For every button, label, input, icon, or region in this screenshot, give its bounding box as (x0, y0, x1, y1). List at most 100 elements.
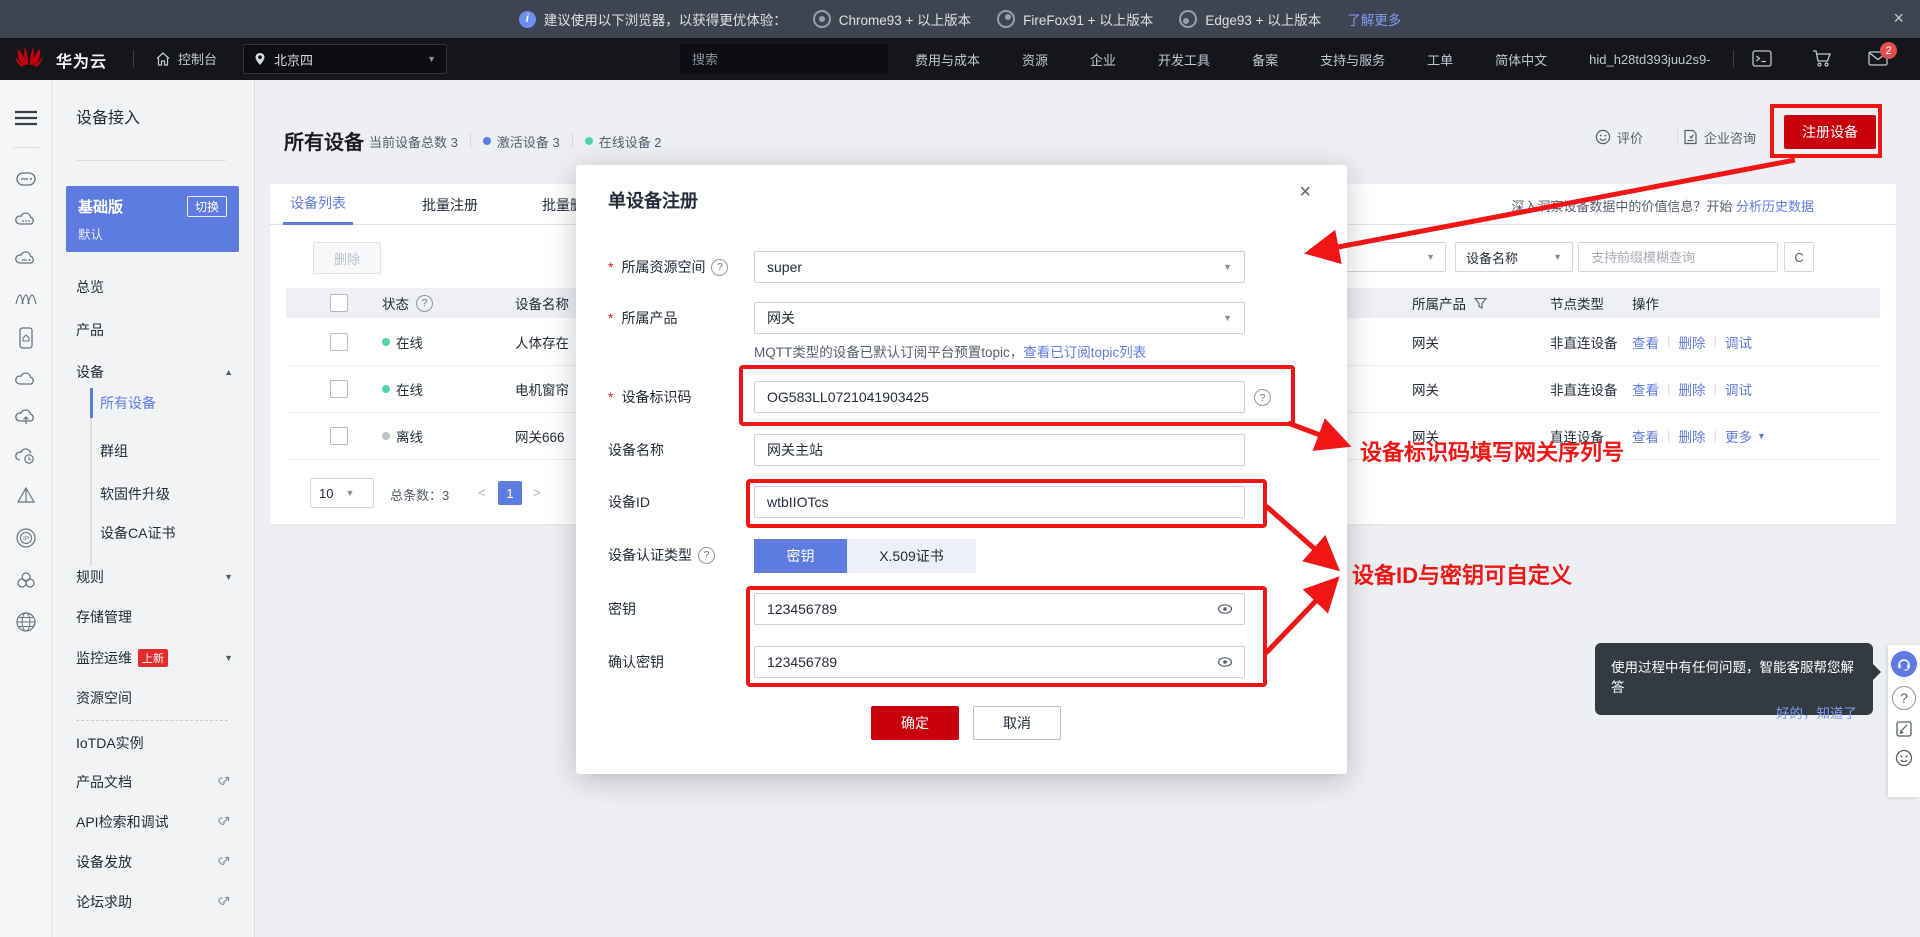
prev-page-button[interactable]: < (478, 485, 486, 500)
sidebar-item-monitor[interactable]: 监控运维 上新 ▼ (52, 643, 255, 673)
nav-item-enterprise[interactable]: 企业 (1090, 50, 1116, 69)
prism-icon[interactable] (15, 486, 37, 506)
messages-icon[interactable]: 2 (1868, 51, 1888, 66)
show-secret-eye-icon[interactable] (1217, 601, 1233, 617)
sidebar-item-product[interactable]: 产品 (52, 315, 255, 345)
account-name[interactable]: hid_h28td393juu2s9- (1589, 52, 1710, 67)
product-select[interactable]: 网关▼ (754, 302, 1245, 334)
cancel-button[interactable]: 取消 (973, 706, 1061, 740)
ok-button[interactable]: 确定 (871, 706, 959, 740)
cloud-upload-icon[interactable] (15, 408, 37, 426)
assistant-dismiss-link[interactable]: 好的，知道了 (1611, 702, 1857, 722)
enterprise-consult-button[interactable]: 企业咨询 (1683, 124, 1756, 150)
delete-link[interactable]: 删除 (1679, 379, 1706, 399)
topic-list-link[interactable]: 查看已订阅topic列表 (1023, 345, 1146, 360)
next-page-button[interactable]: > (533, 485, 541, 500)
select-all-checkbox[interactable] (330, 294, 348, 312)
device-search-input[interactable] (1589, 249, 1769, 266)
device-search[interactable] (1578, 242, 1778, 272)
nav-item-support[interactable]: 支持与服务 (1320, 50, 1385, 69)
sidebar-item-api[interactable]: API检索和调试 (52, 807, 255, 837)
device-code-input[interactable] (754, 381, 1245, 413)
debug-link[interactable]: 调试 (1725, 379, 1752, 399)
help-icon[interactable]: ? (1892, 686, 1916, 710)
sidebar-item-resource-space[interactable]: 资源空间 (52, 683, 255, 713)
current-page[interactable]: 1 (498, 481, 522, 505)
register-device-button[interactable]: 注册设备 (1784, 115, 1876, 149)
menu-icon[interactable] (15, 110, 37, 126)
cloud-server-icon[interactable] (15, 249, 37, 267)
auth-secret-option[interactable]: 密钥 (754, 539, 847, 573)
sidebar-item-groups[interactable]: 群组 (52, 436, 255, 466)
row-checkbox[interactable] (330, 427, 348, 445)
confirm-secret-input[interactable] (754, 646, 1245, 678)
smiley-icon[interactable] (1894, 748, 1914, 768)
banner-close-icon[interactable]: × (1893, 8, 1904, 29)
close-icon[interactable]: × (1299, 181, 1311, 204)
cloud-clock-icon[interactable] (15, 447, 37, 465)
view-link[interactable]: 查看 (1632, 379, 1659, 399)
cart-icon[interactable] (1812, 49, 1832, 68)
sidebar-item-rules[interactable]: 规则 ▼ (52, 562, 255, 592)
sidebar-item-iotda[interactable]: IoTDA实例 (52, 728, 255, 758)
nav-item-language[interactable]: 简体中文 (1495, 50, 1547, 69)
sidebar-item-forum[interactable]: 论坛求助 (52, 887, 255, 917)
cli-icon[interactable] (1752, 50, 1772, 67)
sidebar-item-firmware[interactable]: 软固件升级 (52, 479, 255, 509)
huawei-logo[interactable] (14, 45, 44, 73)
auth-cert-option[interactable]: X.509证书 (847, 539, 976, 573)
brand-name[interactable]: 华为云 (56, 48, 107, 72)
feedback-icon[interactable] (1894, 719, 1914, 739)
filter-funnel-icon[interactable] (1474, 297, 1487, 310)
switch-version-button[interactable]: 切换 (187, 196, 227, 217)
review-button[interactable]: 评价 (1595, 124, 1643, 150)
sidebar-item-all-devices[interactable]: 所有设备 (52, 388, 255, 418)
row-checkbox[interactable] (330, 333, 348, 351)
code-help-icon[interactable]: ? (1254, 389, 1271, 406)
sidebar-item-storage[interactable]: 存储管理 (52, 602, 255, 632)
nav-item-resources[interactable]: 资源 (1022, 50, 1048, 69)
delete-link[interactable]: 删除 (1679, 332, 1706, 352)
nav-item-cost[interactable]: 费用与成本 (915, 50, 980, 69)
global-search[interactable] (680, 44, 888, 74)
refresh-button[interactable]: C (1784, 242, 1814, 272)
sidebar-item-docs[interactable]: 产品文档 (52, 767, 255, 797)
status-help-icon[interactable]: ? (416, 295, 433, 312)
view-link[interactable]: 查看 (1632, 332, 1659, 352)
nav-item-devtools[interactable]: 开发工具 (1158, 50, 1210, 69)
more-link[interactable]: 更多▼ (1725, 426, 1766, 446)
version-card[interactable]: 基础版 切换 默认 (66, 186, 239, 252)
cluster-icon[interactable] (15, 570, 37, 590)
sidebar-item-device[interactable]: 设备 ▲ (52, 357, 255, 387)
auth-help-icon[interactable]: ? (698, 547, 715, 564)
globe-icon[interactable] (15, 611, 37, 633)
learn-more-link[interactable]: 了解更多 (1347, 9, 1401, 29)
console-link[interactable]: 控制台 (155, 49, 217, 68)
secret-input[interactable] (754, 593, 1245, 625)
debug-link[interactable]: 调试 (1725, 332, 1752, 352)
nav-item-ticket[interactable]: 工单 (1427, 50, 1453, 69)
nav-item-icp[interactable]: 备案 (1252, 50, 1278, 69)
space-select[interactable]: super▼ (754, 251, 1245, 283)
device-name-input[interactable] (754, 434, 1245, 466)
sidebar-item-ca-cert[interactable]: 设备CA证书 (52, 518, 255, 548)
delete-button[interactable]: 删除 (313, 242, 381, 274)
tab-batch-register[interactable]: 批量注册 (415, 184, 485, 225)
device-icon[interactable] (18, 327, 34, 349)
view-link[interactable]: 查看 (1632, 426, 1659, 446)
page-size-select[interactable]: 10 ▼ (310, 478, 374, 508)
region-selector[interactable]: 北京四 ▼ (243, 44, 447, 74)
delete-link[interactable]: 删除 (1679, 426, 1706, 446)
row-checkbox[interactable] (330, 380, 348, 398)
ip-icon[interactable]: IP (15, 527, 37, 549)
tab-device-list[interactable]: 设备列表 (283, 184, 353, 225)
customer-service-icon[interactable] (1891, 651, 1917, 677)
sidebar-item-overview[interactable]: 总览 (52, 272, 255, 302)
show-confirm-eye-icon[interactable] (1217, 654, 1233, 670)
global-search-input[interactable] (690, 51, 870, 68)
field-filter[interactable]: 设备名称 ▼ (1455, 242, 1573, 272)
space-help-icon[interactable]: ? (711, 259, 728, 276)
cloud-icon[interactable] (15, 370, 37, 387)
cloud-dots-icon[interactable] (15, 210, 37, 228)
server-icon[interactable] (15, 169, 37, 189)
